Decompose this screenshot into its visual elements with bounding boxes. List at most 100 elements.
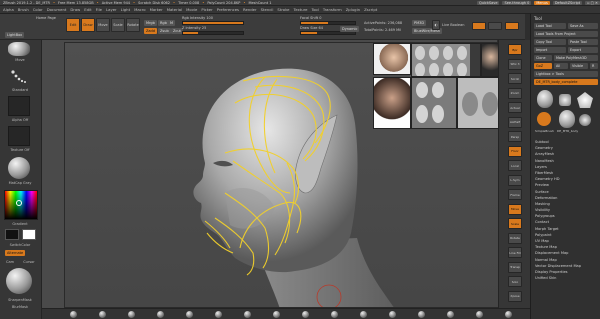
export-button[interactable]: Export: [568, 47, 598, 53]
main-color-swatch[interactable]: [5, 229, 19, 240]
shelf-l-sym-button[interactable]: L.Sym: [508, 174, 522, 186]
subtool-thumb-sphere[interactable]: [579, 114, 591, 126]
shelf-frame-button[interactable]: Frame: [508, 189, 522, 200]
brush-shortcut-icon[interactable]: [186, 311, 193, 318]
menu-zplugin[interactable]: Zplugin: [346, 7, 360, 12]
menu-picker[interactable]: Picker: [201, 7, 212, 12]
brush-shortcut-icon[interactable]: [273, 311, 280, 318]
texture-thumbnail[interactable]: [8, 126, 30, 146]
brush-shortcut-icon[interactable]: [128, 311, 135, 318]
shelf-bpr-button[interactable]: Bpr: [508, 44, 522, 55]
shelf-line-fill-button[interactable]: Line Fill: [508, 247, 522, 258]
menu-alpha[interactable]: Alpha: [3, 7, 14, 12]
shelf-aahalf-button[interactable]: AAHalf: [508, 116, 522, 128]
subtool-thumb-star[interactable]: [577, 92, 593, 108]
default-script-button[interactable]: DefaultZScript: [552, 0, 583, 5]
tool-palette-title[interactable]: Tool: [534, 16, 542, 21]
sharpen-mask-button[interactable]: SharpenMask: [3, 298, 37, 302]
menu-material[interactable]: Material: [167, 7, 182, 12]
save-as-button[interactable]: Save As: [568, 23, 598, 29]
brush-shortcut-icon[interactable]: [244, 311, 251, 318]
shelf-persp-button[interactable]: Persp: [508, 131, 522, 142]
rgb-intensity-slider[interactable]: [182, 21, 244, 25]
draw-button[interactable]: Draw: [81, 18, 95, 32]
menu-stroke[interactable]: Stroke: [277, 7, 289, 12]
rotate-button[interactable]: Rotate: [126, 18, 140, 32]
paste-tool-button[interactable]: Paste Tool: [568, 39, 598, 45]
blur-mask-button[interactable]: BlurMask: [3, 305, 37, 309]
shelf-scale-button[interactable]: Scale: [508, 218, 522, 229]
brush-shortcut-icon[interactable]: [99, 311, 106, 318]
shelf-transp-button[interactable]: Transp: [508, 261, 522, 273]
subtool-thumb-cylinder[interactable]: [559, 94, 571, 106]
ghost-toggle-button[interactable]: [505, 22, 519, 30]
shelf-solo-button[interactable]: Solo: [508, 276, 522, 287]
menu-stencil[interactable]: Stencil: [261, 7, 274, 12]
shelf-rotate-button[interactable]: Rotate: [508, 232, 522, 244]
home-page-label[interactable]: Home Page: [36, 16, 56, 20]
menu-texture[interactable]: Texture: [294, 7, 308, 12]
menu-tool[interactable]: Tool: [311, 7, 318, 12]
menu-layer[interactable]: Layer: [106, 7, 117, 12]
menu-macro[interactable]: Macro: [134, 7, 146, 12]
material-sphere[interactable]: [8, 157, 30, 179]
all-button[interactable]: All: [554, 63, 568, 69]
import-button[interactable]: Import: [534, 47, 566, 53]
brush-shortcut-icon[interactable]: [447, 311, 454, 318]
subtool-thumb-head[interactable]: [537, 90, 553, 108]
menu-transform[interactable]: Transform: [323, 7, 342, 12]
subpalette-unified-skin[interactable]: Unified Skin: [535, 276, 599, 282]
zsub-button[interactable]: Zsub: [158, 28, 171, 34]
menu-light[interactable]: Light: [121, 7, 130, 12]
brush-shortcut-icon[interactable]: [70, 311, 77, 318]
current-tool-name[interactable]: DE_MTR_body_complete: [534, 79, 598, 85]
pm3d-button[interactable]: PM3D: [412, 20, 427, 26]
quicksave-button[interactable]: QuickSave: [476, 0, 500, 5]
load-tool-button[interactable]: Load Tool: [534, 23, 566, 29]
stroke-dots-icon[interactable]: [8, 66, 30, 88]
cursor-sphere[interactable]: [6, 268, 32, 294]
window-controls[interactable]: ▫ ▢ ✕: [585, 0, 600, 5]
load-tools-from-project-button[interactable]: Load Tools From Project: [534, 31, 598, 37]
head-model[interactable]: [65, 43, 501, 308]
focal-shift-slider[interactable]: [300, 21, 356, 25]
r-button[interactable]: R: [590, 63, 598, 69]
shelf-zoom-button[interactable]: Zoom: [508, 87, 522, 99]
shelf-floor-button[interactable]: Floor: [508, 145, 522, 157]
menu-render[interactable]: Render: [243, 7, 257, 12]
menu-document[interactable]: Document: [47, 7, 67, 12]
shelf-scroll-button[interactable]: Scroll: [508, 73, 522, 84]
z-intensity-slider[interactable]: [182, 31, 244, 35]
brush-shortcut-icon[interactable]: [157, 311, 164, 318]
menu-draw[interactable]: Draw: [70, 7, 80, 12]
alternate-button[interactable]: Alternate: [5, 250, 26, 256]
subtool-thumb-brush[interactable]: [537, 112, 551, 126]
menu-color[interactable]: Color: [33, 7, 43, 12]
menus-button[interactable]: Menus: [534, 0, 550, 5]
menu-marker[interactable]: Marker: [150, 7, 163, 12]
shelf-spix-3-button[interactable]: SPix 3: [508, 58, 522, 70]
copy-tool-button[interactable]: Copy Tool: [534, 39, 566, 45]
shelf-xpose-button[interactable]: Xpose: [508, 290, 522, 302]
brush-shortcut-icon[interactable]: [418, 311, 425, 318]
menu-preferences[interactable]: Preferences: [217, 7, 239, 12]
clone-button[interactable]: Clone: [534, 55, 552, 61]
brush-shortcut-icon[interactable]: [505, 311, 512, 318]
shelf-local-button[interactable]: Local: [508, 160, 522, 171]
live-boolean-icon[interactable]: ◐: [432, 20, 440, 30]
subtool-thumb-body[interactable]: [559, 110, 575, 128]
brush-shortcut-icon[interactable]: [360, 311, 367, 318]
see-through-slider[interactable]: See-through 0: [502, 0, 532, 5]
zadd-button[interactable]: Zadd: [144, 28, 157, 34]
menu-edit[interactable]: Edit: [84, 7, 91, 12]
brush-shortcut-icon[interactable]: [331, 311, 338, 318]
brush-shortcut-icon[interactable]: [389, 311, 396, 318]
lightbox-tools-button[interactable]: Lightbox > Tools: [534, 71, 598, 77]
secondary-color-swatch[interactable]: [22, 229, 36, 240]
lightbox-button[interactable]: LightBox: [5, 32, 25, 38]
menu-file[interactable]: File: [96, 7, 102, 12]
document-viewport[interactable]: [64, 42, 501, 308]
m-button[interactable]: M: [168, 20, 176, 26]
edit-button[interactable]: Edit: [66, 18, 80, 32]
shelf-move-button[interactable]: Move: [508, 203, 522, 215]
